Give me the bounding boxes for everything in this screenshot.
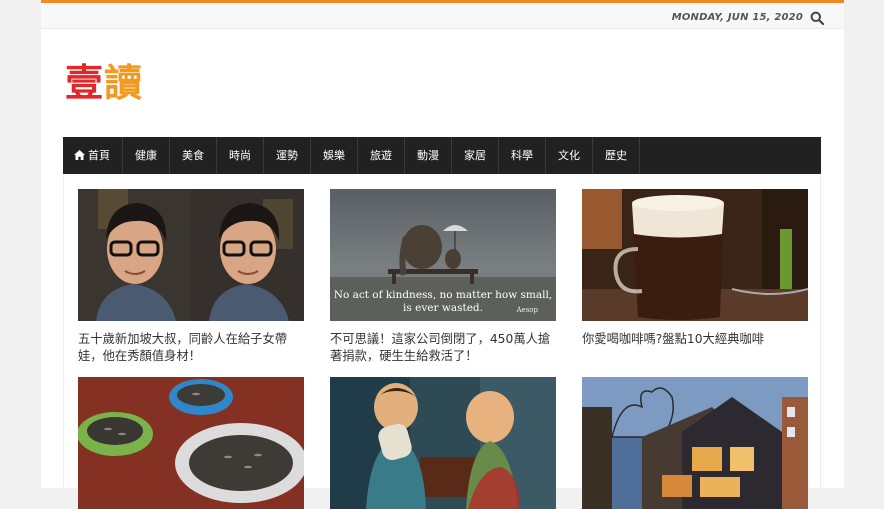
article-grid: 五十歲新加坡大叔，同齡人在給子女帶娃，他在秀顏值身材！ No act of ki…	[63, 174, 821, 509]
top-bar: MONDAY, JUN 15, 2020	[41, 0, 844, 29]
article-thumbnail[interactable]: No act of kindness, no matter how small,…	[330, 189, 556, 321]
nav-item-history[interactable]: 歷史	[593, 137, 640, 174]
search-icon[interactable]	[810, 11, 824, 25]
nav-item-science[interactable]: 科學	[499, 137, 546, 174]
nav-item-home-living[interactable]: 家居	[452, 137, 499, 174]
home-icon	[74, 150, 85, 160]
nav-item-travel[interactable]: 旅遊	[358, 137, 405, 174]
header-date: MONDAY, JUN 15, 2020	[671, 12, 803, 23]
nav-item-health[interactable]: 健康	[123, 137, 170, 174]
main-nav: 首頁 健康 美食 時尚 運勢 娛樂 旅遊 動漫 家居 科學 文化 歷史	[63, 137, 821, 174]
nav-item-culture[interactable]: 文化	[546, 137, 593, 174]
nav-item-entertainment[interactable]: 娛樂	[311, 137, 358, 174]
article-thumbnail[interactable]	[330, 377, 556, 509]
page: MONDAY, JUN 15, 2020 壹讀 首頁 健康 美食 時尚 運勢 娛…	[41, 0, 844, 509]
nav-item-food[interactable]: 美食	[170, 137, 217, 174]
article-thumbnail[interactable]	[582, 377, 808, 509]
quote-author: Aesop	[516, 306, 539, 314]
article-title[interactable]: 不可思議！這家公司倒閉了，450萬人搶著捐款，硬生生給救活了！	[330, 331, 556, 365]
article-thumbnail[interactable]	[582, 189, 808, 321]
nav-item-anime[interactable]: 動漫	[405, 137, 452, 174]
site-logo[interactable]: 壹讀	[65, 58, 143, 108]
nav-item-home[interactable]: 首頁	[63, 137, 123, 174]
article-title[interactable]: 你愛喝咖啡嗎?盤點10大經典咖啡	[582, 331, 808, 348]
nav-item-fashion[interactable]: 時尚	[217, 137, 264, 174]
article-thumbnail[interactable]	[78, 377, 304, 509]
article-title[interactable]: 五十歲新加坡大叔，同齡人在給子女帶娃，他在秀顏值身材！	[78, 331, 304, 365]
article-thumbnail[interactable]	[78, 189, 304, 321]
nav-item-fortune[interactable]: 運勢	[264, 137, 311, 174]
